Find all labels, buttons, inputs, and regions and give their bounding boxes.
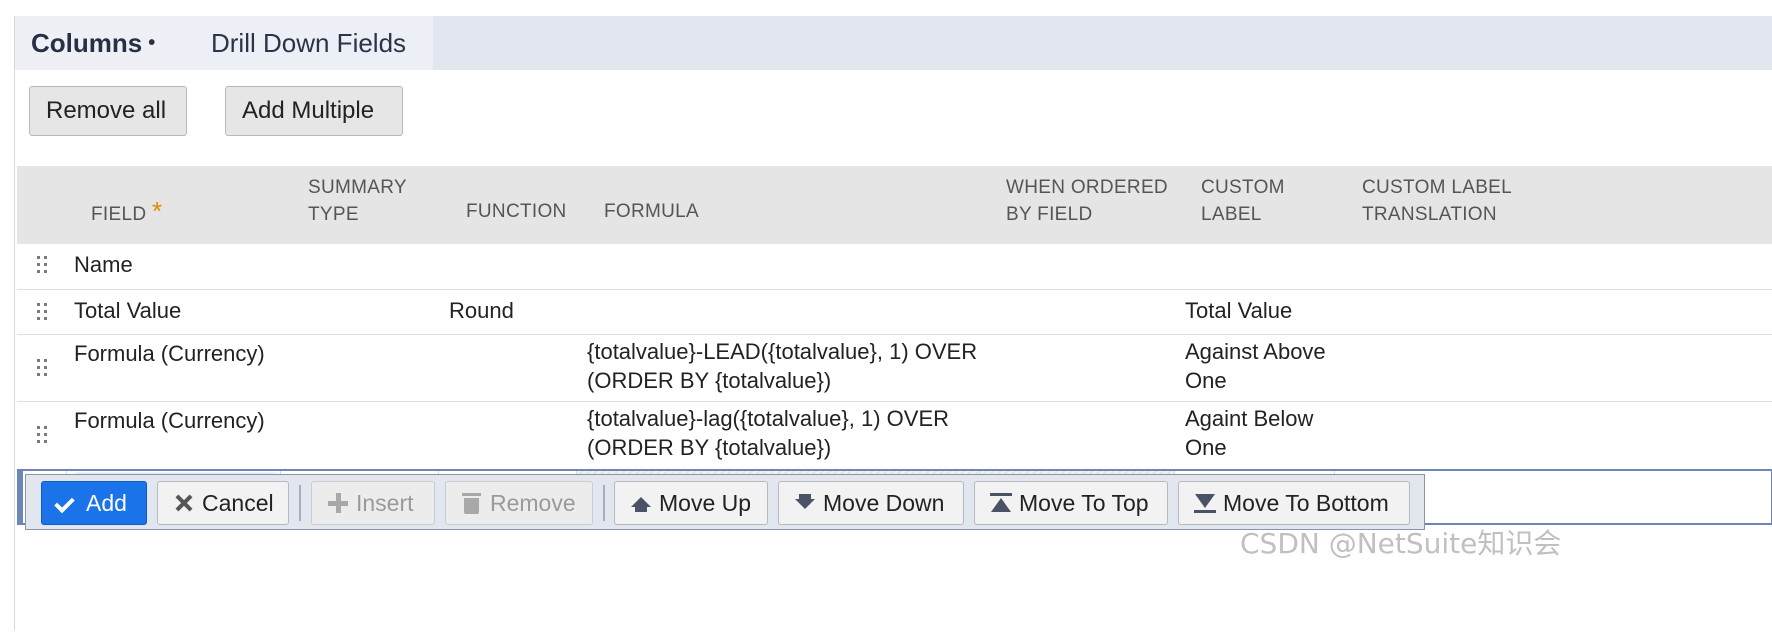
- header-translation-line1: CUSTOM LABEL: [1362, 177, 1513, 198]
- toolbar-separator: [299, 485, 301, 521]
- header-function-label: FUNCTION: [466, 201, 567, 222]
- move-up-button-label: Move Up: [659, 489, 752, 516]
- remove-button-label: Remove: [490, 489, 576, 516]
- cell-field: Formula (Currency): [74, 408, 265, 433]
- tab-columns[interactable]: Columns •: [15, 16, 163, 70]
- cell-custom-label: Againt Below One: [1185, 404, 1313, 462]
- header-function[interactable]: FUNCTION: [466, 198, 567, 225]
- move-down-button[interactable]: Move Down: [778, 481, 964, 525]
- header-formula[interactable]: FORMULA: [604, 198, 699, 225]
- header-custom-label-line1: CUSTOM: [1201, 177, 1285, 198]
- move-to-top-button-label: Move To Top: [1019, 489, 1149, 516]
- cell-field: Formula (Currency): [74, 341, 265, 366]
- remove-all-button[interactable]: Remove all: [29, 86, 187, 136]
- header-field[interactable]: FIELD *: [91, 198, 162, 228]
- cancel-button-label: Cancel: [202, 489, 274, 516]
- tab-columns-label: Columns: [31, 27, 143, 58]
- header-summary-line2: TYPE: [308, 204, 359, 225]
- cell-field: Total Value: [74, 298, 182, 323]
- header-translation-line2: TRANSLATION: [1362, 204, 1497, 225]
- line-action-bar: Add Cancel Insert Remove Move Up Move Do…: [25, 474, 1425, 530]
- drag-handle-icon[interactable]: [37, 359, 49, 377]
- tab-drill-down-label: Drill Down Fields: [211, 27, 407, 58]
- arrow-up-icon: [629, 491, 653, 515]
- remove-button[interactable]: Remove: [445, 481, 593, 525]
- cell-label-line1: Againt Below: [1185, 406, 1314, 431]
- drag-handle-icon[interactable]: [37, 303, 49, 321]
- cell-formula-line1: {totalvalue}-LEAD({totalvalue}, 1) OVER: [587, 339, 978, 364]
- cell-formula-line1: {totalvalue}-lag({totalvalue}, 1) OVER: [587, 406, 950, 431]
- insert-button[interactable]: Insert: [311, 481, 435, 525]
- drag-handle-icon[interactable]: [37, 426, 49, 444]
- cell-label-line1: Against Above: [1185, 339, 1326, 364]
- check-icon: [56, 491, 80, 515]
- cell-function: Round: [449, 298, 514, 323]
- table-row[interactable]: Formula (Currency) {totalvalue}-lag({tot…: [17, 402, 1772, 469]
- plus-icon: [326, 491, 350, 515]
- watermark-text: CSDN @NetSuite知识会: [1240, 527, 1562, 560]
- header-custom-label[interactable]: CUSTOM LABEL: [1201, 174, 1285, 228]
- move-up-button[interactable]: Move Up: [614, 481, 768, 525]
- close-icon: [172, 491, 196, 515]
- grid-header: FIELD * SUMMARY TYPE FUNCTION FORMULA WH…: [17, 166, 1772, 244]
- move-to-bottom-button-label: Move To Bottom: [1223, 489, 1389, 516]
- tab-strip: Columns • Drill Down Fields: [15, 16, 1772, 70]
- header-custom-label-line2: LABEL: [1201, 204, 1262, 225]
- add-multiple-button[interactable]: Add Multiple: [225, 86, 403, 136]
- header-when-ordered-line1: WHEN ORDERED: [1006, 177, 1168, 198]
- move-to-bottom-icon: [1193, 491, 1217, 515]
- tab-columns-dot: •: [148, 31, 156, 54]
- header-formula-label: FORMULA: [604, 201, 699, 222]
- arrow-down-icon: [793, 491, 817, 515]
- header-when-ordered[interactable]: WHEN ORDERED BY FIELD: [1006, 174, 1168, 228]
- table-row[interactable]: Name: [17, 244, 1772, 290]
- cell-label-line2: One: [1185, 435, 1227, 460]
- insert-button-label: Insert: [356, 489, 414, 516]
- trash-icon: [460, 491, 484, 515]
- header-summary-type[interactable]: SUMMARY TYPE: [308, 174, 407, 228]
- cell-formula: {totalvalue}-LEAD({totalvalue}, 1) OVER …: [587, 337, 977, 395]
- columns-grid: FIELD * SUMMARY TYPE FUNCTION FORMULA WH…: [17, 166, 1772, 525]
- move-to-top-button[interactable]: Move To Top: [974, 481, 1168, 525]
- cell-formula-line2: (ORDER BY {totalvalue}): [587, 435, 832, 460]
- cell-field: Name: [74, 252, 133, 277]
- header-field-label: FIELD: [91, 204, 147, 225]
- table-row[interactable]: Formula (Currency) {totalvalue}-LEAD({to…: [17, 335, 1772, 402]
- add-button-label: Add: [86, 489, 127, 516]
- move-to-top-icon: [989, 491, 1013, 515]
- cell-custom-label: Total Value: [1185, 298, 1293, 323]
- required-mark: *: [151, 196, 163, 226]
- table-row[interactable]: Total Value Round Total Value: [17, 290, 1772, 335]
- drag-handle-icon[interactable]: [37, 256, 49, 274]
- move-down-button-label: Move Down: [823, 489, 945, 516]
- cancel-button[interactable]: Cancel: [157, 481, 289, 525]
- add-button[interactable]: Add: [41, 481, 147, 525]
- header-when-ordered-line2: BY FIELD: [1006, 204, 1093, 225]
- move-to-bottom-button[interactable]: Move To Bottom: [1178, 481, 1410, 525]
- header-label-translation[interactable]: CUSTOM LABEL TRANSLATION: [1362, 174, 1512, 228]
- cell-formula: {totalvalue}-lag({totalvalue}, 1) OVER (…: [587, 404, 949, 462]
- toolbar-separator: [603, 485, 605, 521]
- cell-custom-label: Against Above One: [1185, 337, 1326, 395]
- cell-label-line2: One: [1185, 368, 1227, 393]
- tab-drill-down-fields[interactable]: Drill Down Fields: [163, 16, 433, 70]
- header-summary-line1: SUMMARY: [308, 177, 407, 198]
- cell-formula-line2: (ORDER BY {totalvalue}): [587, 368, 832, 393]
